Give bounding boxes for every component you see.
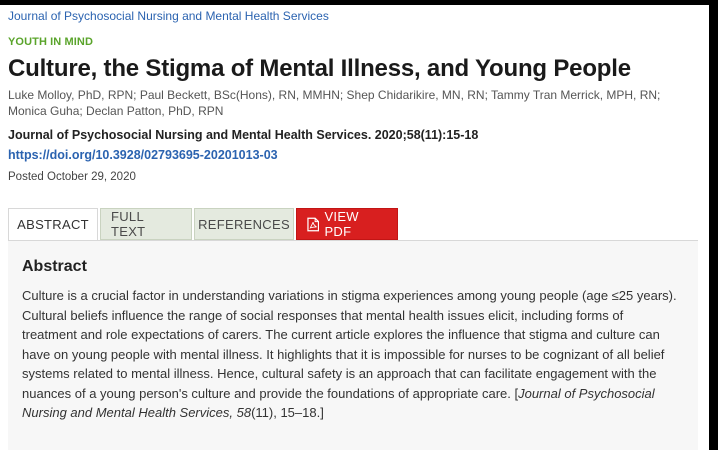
- view-pdf-label: VIEW PDF: [324, 209, 359, 239]
- abstract-panel: Abstract Culture is a crucial factor in …: [8, 240, 698, 450]
- article-page: Journal of Psychosocial Nursing and Ment…: [0, 5, 709, 450]
- view-pdf-button[interactable]: VIEW PDF: [296, 208, 398, 240]
- abstract-body-text: Culture is a crucial factor in understan…: [22, 288, 677, 401]
- tab-references-label: REFERENCES: [198, 216, 290, 232]
- tab-full-text-label: FULL TEXT: [111, 209, 146, 239]
- tab-abstract-label: ABSTRACT: [17, 217, 89, 232]
- tab-abstract[interactable]: ABSTRACT: [8, 208, 98, 240]
- journal-link[interactable]: Journal of Psychosocial Nursing and Ment…: [8, 9, 329, 23]
- tab-full-text[interactable]: FULL TEXT: [100, 208, 192, 240]
- citation-text: Journal of Psychosocial Nursing and Ment…: [8, 128, 479, 142]
- tab-references[interactable]: REFERENCES: [194, 208, 294, 240]
- abstract-body: Culture is a crucial factor in understan…: [22, 286, 677, 423]
- abstract-ref-tail: (11), 15–18.]: [251, 405, 324, 420]
- article-title: Culture, the Stigma of Mental Illness, a…: [8, 55, 631, 82]
- pdf-file-icon: [307, 217, 320, 231]
- article-tabs: ABSTRACT FULL TEXT REFERENCES VIEW PDF: [8, 208, 400, 240]
- doi-link[interactable]: https://doi.org/10.3928/02793695-2020101…: [8, 148, 278, 162]
- abstract-heading: Abstract: [22, 258, 87, 275]
- author-list: Luke Molloy, PhD, RPN; Paul Beckett, BSc…: [8, 88, 661, 118]
- posted-date: Posted October 29, 2020: [8, 171, 136, 183]
- section-label[interactable]: YOUTH IN MIND: [8, 36, 93, 48]
- citation: Journal of Psychosocial Nursing and Ment…: [8, 125, 658, 165]
